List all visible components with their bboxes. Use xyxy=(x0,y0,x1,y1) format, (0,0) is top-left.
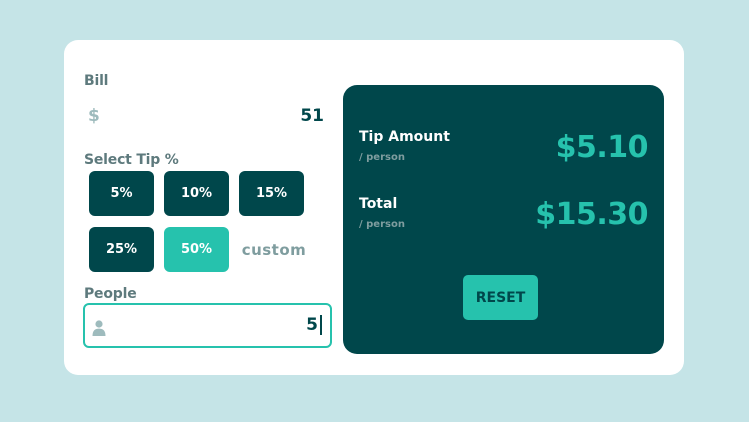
tip-button-10[interactable]: 10% xyxy=(164,171,229,216)
dollar-icon: $ xyxy=(88,106,100,126)
bill-label: Bill xyxy=(84,73,109,89)
total-subtitle: / person xyxy=(359,219,405,230)
calculator-card: Bill $ 51 Select Tip % 5% 10% 15% 25% 50… xyxy=(64,40,684,375)
results-panel: Tip Amount / person $5.10 Total / person… xyxy=(343,85,664,354)
custom-tip-input[interactable]: custom xyxy=(239,227,309,272)
total-value: $15.30 xyxy=(535,197,648,232)
total-title: Total xyxy=(359,196,398,212)
bill-input[interactable]: $ 51 xyxy=(83,100,326,134)
people-value: 5 xyxy=(306,315,322,335)
select-tip-label: Select Tip % xyxy=(84,152,179,168)
people-input[interactable]: 5 xyxy=(83,303,332,348)
tip-amount-value: $5.10 xyxy=(555,130,649,165)
tip-button-25[interactable]: 25% xyxy=(89,227,154,272)
tip-button-50[interactable]: 50% xyxy=(164,227,229,272)
tip-amount-title: Tip Amount xyxy=(359,129,450,145)
tip-amount-subtitle: / person xyxy=(359,152,405,163)
people-label: People xyxy=(84,286,137,302)
reset-button[interactable]: RESET xyxy=(463,275,538,320)
person-icon xyxy=(92,320,106,336)
tip-button-5[interactable]: 5% xyxy=(89,171,154,216)
tip-button-15[interactable]: 15% xyxy=(239,171,304,216)
bill-value: 51 xyxy=(300,106,324,126)
